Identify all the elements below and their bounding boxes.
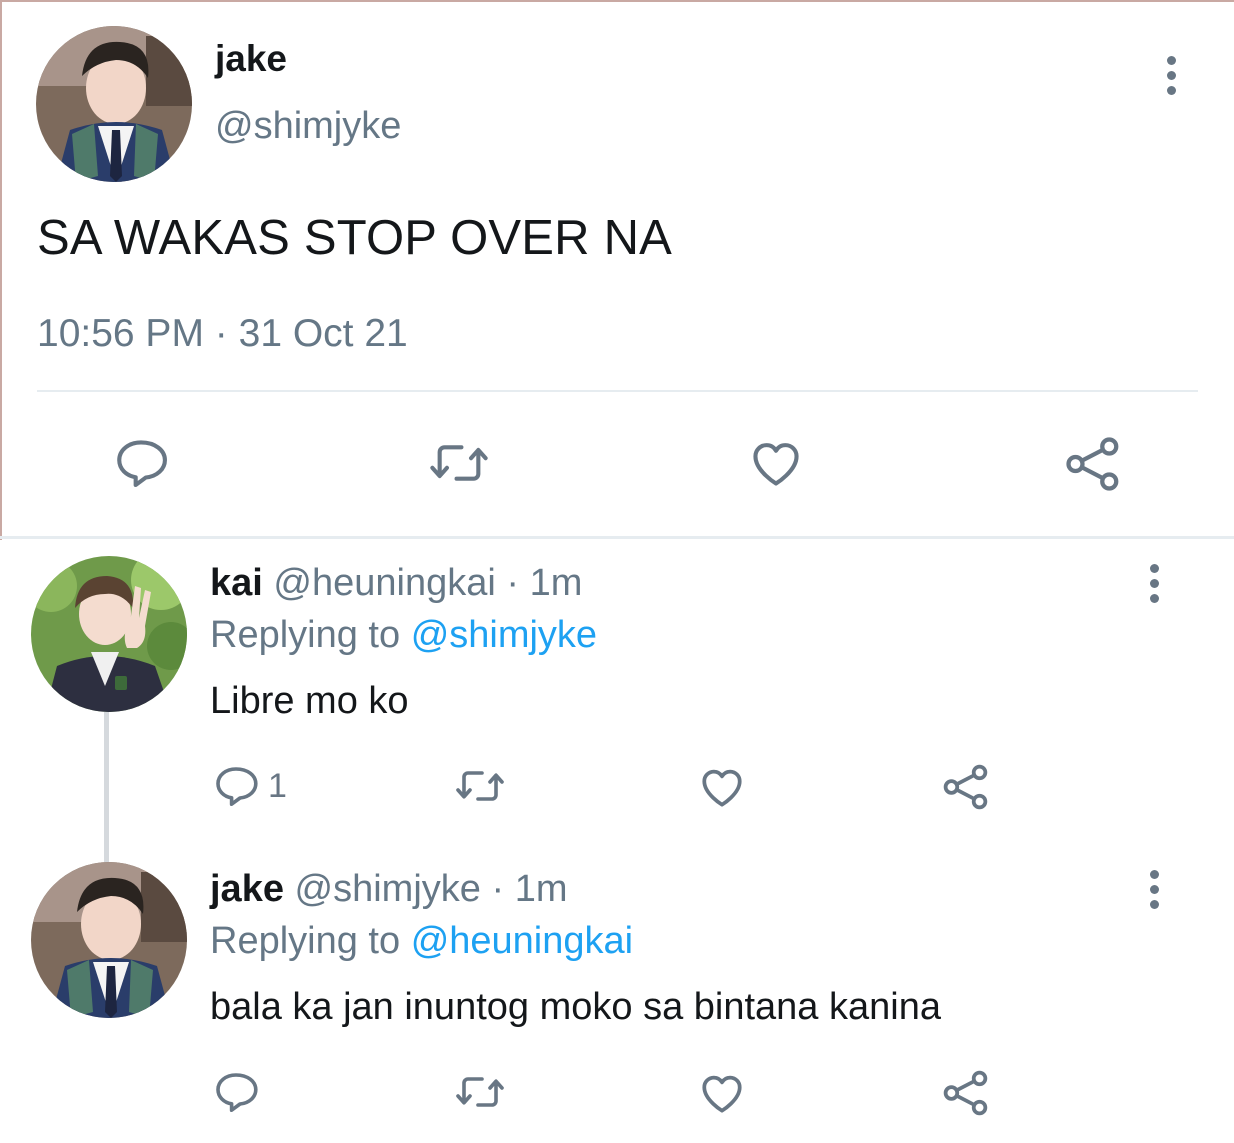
replying-label: Replying to [210,614,401,656]
reply-dot: · [491,868,505,910]
replying-to: Replying to @heuningkai [210,920,633,963]
retweet-button[interactable] [452,1068,508,1116]
reply-dot: · [506,562,520,604]
reply-text: Libre mo ko [210,680,409,722]
tweet-date: 31 Oct 21 [238,312,408,355]
more-icon [1166,55,1176,65]
tweet-text: SA WAKAS STOP OVER NA [37,211,673,265]
retweet-button[interactable] [426,434,492,492]
like-button[interactable] [696,762,748,812]
share-icon [1066,437,1119,491]
more-icon-dot [1149,593,1159,603]
retweet-button[interactable] [452,762,508,810]
avatar-photo-kai-icon [31,556,187,712]
like-button[interactable] [746,434,806,492]
reply-author-name[interactable]: jake [210,868,284,910]
avatar-photo-jake-icon [36,26,192,182]
tweet-timestamp[interactable]: 10:56 PM · 31 Oct 21 [37,312,408,356]
more-icon [1149,869,1159,879]
share-icon [943,1070,988,1116]
share-button[interactable] [1062,434,1124,494]
share-icon [943,764,988,810]
timestamp-separator: · [214,312,228,355]
share-button[interactable] [940,1068,992,1118]
thread-connector-line [104,712,109,862]
section-divider [0,536,1234,539]
reply-age: 1m [529,562,583,604]
like-icon [702,769,742,807]
replying-mention[interactable]: @shimjyke [411,614,597,656]
more-icon [1149,563,1159,573]
more-icon-dot [1149,884,1159,894]
reply-author-handle[interactable]: @heuningkai [273,562,495,604]
reply-icon [117,440,167,488]
more-icon-dot [1149,578,1159,588]
avatar[interactable] [31,556,187,712]
share-button[interactable] [940,762,992,812]
reply-button[interactable] [212,1068,260,1116]
more-options-button[interactable] [1151,50,1191,100]
avatar[interactable] [36,26,192,182]
reply-author-name[interactable]: kai [210,562,263,604]
author-handle[interactable]: @shimjyke [215,105,401,148]
like-icon [702,1075,742,1113]
reply-age: 1m [514,868,568,910]
more-icon-dot [1166,70,1176,80]
avatar[interactable] [31,862,187,1018]
retweet-icon [456,771,504,801]
like-button[interactable] [696,1068,748,1118]
more-options-button[interactable] [1134,558,1174,608]
replying-to: Replying to @shimjyke [210,614,597,657]
avatar-photo-jake-icon [31,862,187,1018]
reply-button[interactable]: 1 [212,762,287,810]
tweet-time: 10:56 PM [37,312,204,355]
replying-mention[interactable]: @heuningkai [411,920,633,962]
reply-author-handle[interactable]: @shimjyke [295,868,481,910]
frame-border-left [0,0,2,540]
reply-icon [216,767,258,806]
more-options-button[interactable] [1134,864,1174,914]
reply-header: kai @heuningkai · 1m [210,562,582,605]
retweet-icon [430,445,488,481]
reply-icon [216,1073,258,1112]
replying-label: Replying to [210,920,401,962]
reply-count: 1 [268,766,287,805]
frame-border-top [0,0,1234,2]
more-icon-dot [1166,85,1176,95]
more-icon-dot [1149,899,1159,909]
retweet-icon [456,1077,504,1107]
reply-header: jake @shimjyke · 1m [210,868,568,911]
reply-button[interactable] [112,434,170,492]
divider [37,390,1198,392]
like-icon [753,443,799,486]
author-name[interactable]: jake [215,38,287,80]
reply-text: bala ka jan inuntog moko sa bintana kani… [210,986,941,1028]
